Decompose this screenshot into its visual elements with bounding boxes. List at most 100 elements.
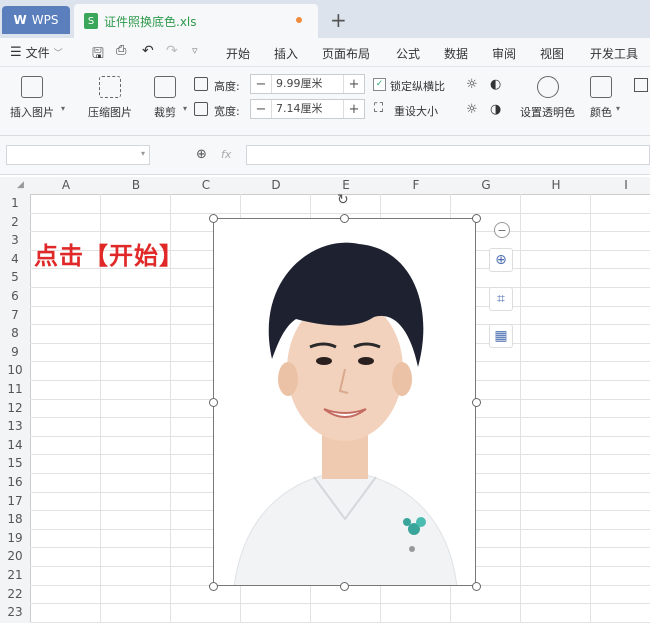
column-header-f[interactable]: F <box>381 178 451 192</box>
row-gridline <box>30 212 650 214</box>
more-tools-icon[interactable] <box>634 78 648 92</box>
file-tab[interactable]: S 证件照换底色.xls <box>74 4 318 38</box>
reset-size-button[interactable]: 重设大小 <box>394 103 438 119</box>
height-input[interactable]: 9.99厘米 <box>271 75 344 93</box>
menu-item-developer[interactable]: 开发工具 <box>590 45 638 62</box>
row-header-23[interactable]: 23 <box>0 605 30 619</box>
brightness-down-icon[interactable]: ☼ <box>466 102 478 117</box>
column-header-c[interactable]: C <box>171 178 241 192</box>
row-header-15[interactable]: 15 <box>0 456 30 470</box>
row-header-4[interactable]: 4 <box>0 252 30 266</box>
row-header-20[interactable]: 20 <box>0 549 30 563</box>
fx-icon[interactable]: fx <box>221 148 231 161</box>
menu-item-page-layout[interactable]: 页面布局 <box>322 45 370 62</box>
row-header-3[interactable]: 3 <box>0 233 30 247</box>
select-all-corner-icon[interactable]: ◢ <box>17 180 24 190</box>
compress-picture-button[interactable]: 压缩图片 <box>88 76 132 120</box>
picture-icon <box>21 76 43 98</box>
row-header-1[interactable]: 1 <box>0 196 30 210</box>
insert-picture-button[interactable]: 插入图片 <box>10 76 54 120</box>
height-decrease-button[interactable]: − <box>251 75 271 93</box>
menu-item-insert[interactable]: 插入 <box>274 45 298 62</box>
insert-picture-dropdown-icon[interactable]: ▾ <box>61 104 65 113</box>
print-icon[interactable]: ⎙ <box>116 43 126 58</box>
column-header-h[interactable]: H <box>521 178 591 192</box>
column-header-b[interactable]: B <box>101 178 171 192</box>
menu-item-start[interactable]: 开始 <box>226 45 250 62</box>
width-increase-button[interactable]: + <box>344 100 364 118</box>
save-icon[interactable]: 🖫 <box>92 43 104 67</box>
quick-access-dropdown-icon[interactable]: ▿ <box>192 44 198 57</box>
width-label: 宽度: <box>214 105 240 118</box>
resize-handle-top-left[interactable] <box>209 214 218 223</box>
height-stepper[interactable]: − 9.99厘米 + <box>250 74 365 94</box>
zoom-in-icon[interactable]: ⊕ <box>489 248 513 272</box>
resize-handle-right[interactable] <box>472 398 481 407</box>
row-header-12[interactable]: 12 <box>0 401 30 415</box>
row-header-5[interactable]: 5 <box>0 270 30 284</box>
collapse-icon[interactable]: − <box>494 222 510 238</box>
menu-item-view[interactable]: 视图 <box>540 45 564 62</box>
reset-size-icon[interactable]: ⛶ <box>374 101 383 116</box>
row-header-2[interactable]: 2 <box>0 215 30 229</box>
crop-float-icon[interactable]: ⌗ <box>489 287 513 311</box>
column-header-d[interactable]: D <box>241 178 311 192</box>
brightness-up-icon[interactable]: ☼ <box>466 77 478 92</box>
row-header-8[interactable]: 8 <box>0 326 30 340</box>
file-menu-label: 文件 <box>25 46 50 60</box>
column-header-a[interactable]: A <box>31 178 101 192</box>
column-header-e[interactable]: E <box>311 178 381 192</box>
width-decrease-button[interactable]: − <box>251 100 271 118</box>
color-dropdown-icon[interactable]: ▾ <box>616 104 620 113</box>
lock-ratio-label: 锁定纵横比 <box>390 80 445 93</box>
undo-icon[interactable]: ↶ <box>142 43 154 59</box>
column-header-i[interactable]: I <box>591 178 650 192</box>
row-header-21[interactable]: 21 <box>0 568 30 582</box>
row-header-16[interactable]: 16 <box>0 475 30 489</box>
row-header-6[interactable]: 6 <box>0 289 30 303</box>
name-box[interactable]: ▾ <box>6 145 150 165</box>
row-header-19[interactable]: 19 <box>0 531 30 545</box>
color-icon <box>590 76 612 98</box>
resize-handle-top-right[interactable] <box>472 214 481 223</box>
row-header-14[interactable]: 14 <box>0 438 30 452</box>
resize-handle-left[interactable] <box>209 398 218 407</box>
color-button[interactable]: 颜色 <box>590 76 612 120</box>
menu-item-formula[interactable]: 公式 <box>396 45 420 62</box>
set-transparent-color-button[interactable]: 设置透明色 <box>520 76 575 120</box>
rotate-handle-icon[interactable]: ↻ <box>337 192 349 208</box>
contrast-down-icon[interactable]: ◑ <box>490 102 501 117</box>
formula-input[interactable] <box>246 145 650 165</box>
row-header-17[interactable]: 17 <box>0 494 30 508</box>
crop-button[interactable]: 裁剪 <box>154 76 176 120</box>
compress-float-icon[interactable]: ▦ <box>489 324 513 348</box>
width-stepper[interactable]: − 7.14厘米 + <box>250 99 365 119</box>
row-header-9[interactable]: 9 <box>0 345 30 359</box>
row-header-22[interactable]: 22 <box>0 587 30 601</box>
new-tab-button[interactable]: + <box>330 8 347 32</box>
resize-handle-bottom-right[interactable] <box>472 582 481 591</box>
column-header-g[interactable]: G <box>451 178 521 192</box>
redo-icon[interactable]: ↷ <box>166 43 178 59</box>
lock-ratio-checkbox[interactable]: ✓ <box>373 78 386 91</box>
row-header-18[interactable]: 18 <box>0 512 30 526</box>
row-header-10[interactable]: 10 <box>0 363 30 377</box>
width-input[interactable]: 7.14厘米 <box>271 100 344 118</box>
menu-item-review[interactable]: 审阅 <box>492 45 516 62</box>
row-header-13[interactable]: 13 <box>0 419 30 433</box>
zoom-function-icon[interactable]: ⊕ <box>196 147 207 162</box>
resize-handle-top[interactable] <box>340 214 349 223</box>
wps-home-tab[interactable]: W WPS <box>2 6 70 34</box>
menu-item-data[interactable]: 数据 <box>444 45 468 62</box>
height-increase-button[interactable]: + <box>344 75 364 93</box>
crop-dropdown-icon[interactable]: ▾ <box>183 104 187 113</box>
contrast-up-icon[interactable]: ◐ <box>490 77 501 92</box>
resize-handle-bottom[interactable] <box>340 582 349 591</box>
row-header-11[interactable]: 11 <box>0 382 30 396</box>
resize-handle-bottom-left[interactable] <box>209 582 218 591</box>
name-box-dropdown-icon[interactable]: ▾ <box>141 149 145 158</box>
row-header-7[interactable]: 7 <box>0 308 30 322</box>
selected-picture[interactable] <box>213 218 476 586</box>
hamburger-icon: ☰ <box>10 45 22 60</box>
file-menu[interactable]: ☰ 文件 ﹀ <box>10 44 63 61</box>
